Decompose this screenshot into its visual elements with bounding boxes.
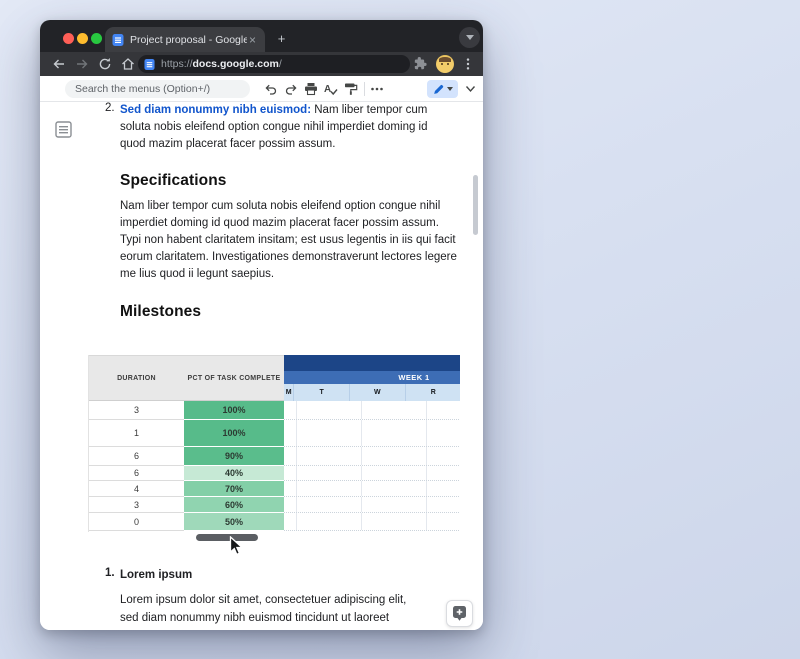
gantt-cell[interactable] <box>284 513 460 531</box>
pencil-icon <box>433 84 443 94</box>
pct-header: PCT OF TASK COMPLETE <box>187 374 281 382</box>
tab-strip: Project proposal - Google Doc × + <box>40 20 483 52</box>
svg-text:A: A <box>324 84 331 95</box>
close-window-button[interactable] <box>63 33 74 44</box>
list-number: 2. <box>105 102 115 114</box>
forward-icon[interactable] <box>74 56 90 72</box>
docs-toolbar: A <box>40 76 483 102</box>
week-1-label: WEEK 1 <box>398 373 430 382</box>
chevron-down-icon <box>446 87 453 91</box>
pct-cell[interactable]: 60% <box>184 497 284 513</box>
duration-cell[interactable]: 6 <box>89 447 184 466</box>
address-bar: https://docs.google.com/ <box>40 52 483 76</box>
reload-icon[interactable] <box>97 56 113 72</box>
url-text: https://docs.google.com/ <box>161 58 282 70</box>
specifications-paragraph: Nam liber tempor cum soluta nobis eleife… <box>120 200 457 280</box>
browser-window: Project proposal - Google Doc × + https:… <box>40 20 483 630</box>
duration-cell[interactable]: 6 <box>89 466 184 481</box>
table-title-band <box>284 355 460 371</box>
table-rows: 3 100% 1 100% 6 90% 6 40% 4 70% 3 60% 0 … <box>89 401 460 531</box>
duration-cell[interactable]: 3 <box>89 497 184 513</box>
table-row: 1 100% <box>89 420 460 447</box>
print-icon[interactable] <box>304 82 318 96</box>
list-item-1-paragraph: Lorem ipsum dolor sit amet, consectetuer… <box>120 594 407 624</box>
url-field[interactable]: https://docs.google.com/ <box>138 55 410 73</box>
document-outline-icon[interactable] <box>55 121 72 138</box>
new-tab-button[interactable]: + <box>273 31 290 48</box>
gantt-cell[interactable] <box>284 497 460 513</box>
hide-menus-icon[interactable] <box>465 85 476 93</box>
day-header-r: R <box>430 389 436 396</box>
table-row: 6 90% <box>89 447 460 466</box>
table-horizontal-scrollbar[interactable] <box>196 534 258 541</box>
pct-cell[interactable]: 90% <box>184 447 284 466</box>
browser-tab[interactable]: Project proposal - Google Doc × <box>105 27 265 52</box>
redo-icon[interactable] <box>284 82 298 96</box>
back-icon[interactable] <box>51 56 67 72</box>
more-options-icon[interactable] <box>370 82 384 96</box>
tab-search-button[interactable] <box>459 27 480 48</box>
docs-favicon <box>112 33 124 46</box>
day-header-m: M <box>284 384 295 401</box>
menu-search-input[interactable] <box>65 80 250 98</box>
docs-favicon <box>144 58 155 70</box>
page-vertical-scrollbar[interactable] <box>473 175 478 235</box>
duration-cell[interactable]: 0 <box>89 513 184 531</box>
day-header-t: T <box>294 384 350 401</box>
week-band: WEEK 1 <box>284 371 460 384</box>
gantt-cell[interactable] <box>284 447 460 466</box>
pct-cell[interactable]: 100% <box>184 420 284 447</box>
table-header-left: DURATION PCT OF TASK COMPLETE <box>89 355 284 401</box>
duration-cell[interactable]: 3 <box>89 401 184 420</box>
add-comment-button[interactable] <box>446 600 473 627</box>
tab-close-icon[interactable]: × <box>247 34 258 46</box>
chevron-down-icon <box>465 35 474 40</box>
day-header-w: W <box>350 384 406 401</box>
comment-plus-icon <box>453 606 466 621</box>
gantt-cell[interactable] <box>284 401 460 420</box>
document-canvas[interactable]: 2. Sed diam nonummy nibh euismod: Nam li… <box>40 102 483 630</box>
toolbar-divider <box>364 82 365 96</box>
table-row: 0 50% <box>89 513 460 531</box>
profile-avatar[interactable] <box>436 55 454 73</box>
milestones-table[interactable]: DURATION PCT OF TASK COMPLETE WEEK 1 M T… <box>88 355 460 532</box>
mouse-cursor <box>229 536 244 556</box>
pct-cell[interactable]: 100% <box>184 401 284 420</box>
extensions-icon[interactable] <box>414 57 427 70</box>
home-icon[interactable] <box>120 56 136 72</box>
gantt-cell[interactable] <box>284 420 460 447</box>
paint-format-icon[interactable] <box>344 82 358 96</box>
list-item-2: Sed diam nonummy nibh euismod: Nam liber… <box>120 102 454 153</box>
spellcheck-icon[interactable]: A <box>324 82 338 96</box>
zoom-window-button[interactable] <box>91 33 102 44</box>
duration-cell[interactable]: 4 <box>89 481 184 497</box>
list-item-1-title: Lorem ipsum <box>120 569 193 581</box>
undo-icon[interactable] <box>264 82 278 96</box>
list-item-2-lead: Sed diam nonummy nibh euismod: <box>120 104 312 116</box>
duration-header: DURATION <box>117 374 156 382</box>
duration-cell[interactable]: 1 <box>89 420 184 447</box>
table-row: 3 60% <box>89 497 460 513</box>
minimize-window-button[interactable] <box>77 33 88 44</box>
pct-cell[interactable]: 40% <box>184 466 284 481</box>
specifications-heading: Specifications <box>120 172 227 189</box>
table-row: 3 100% <box>89 401 460 420</box>
milestones-heading: Milestones <box>120 303 202 320</box>
pct-cell[interactable]: 70% <box>184 481 284 497</box>
pct-cell[interactable]: 50% <box>184 513 284 531</box>
editing-mode-button[interactable] <box>427 80 458 98</box>
table-row: 6 40% <box>89 466 460 481</box>
gantt-cell[interactable] <box>284 466 460 481</box>
list-number: 1. <box>105 567 115 579</box>
browser-menu-icon[interactable] <box>461 56 475 72</box>
day-header-band: M T W R <box>284 384 460 401</box>
tab-title: Project proposal - Google Doc <box>130 33 247 46</box>
table-row: 4 70% <box>89 481 460 497</box>
gantt-cell[interactable] <box>284 481 460 497</box>
